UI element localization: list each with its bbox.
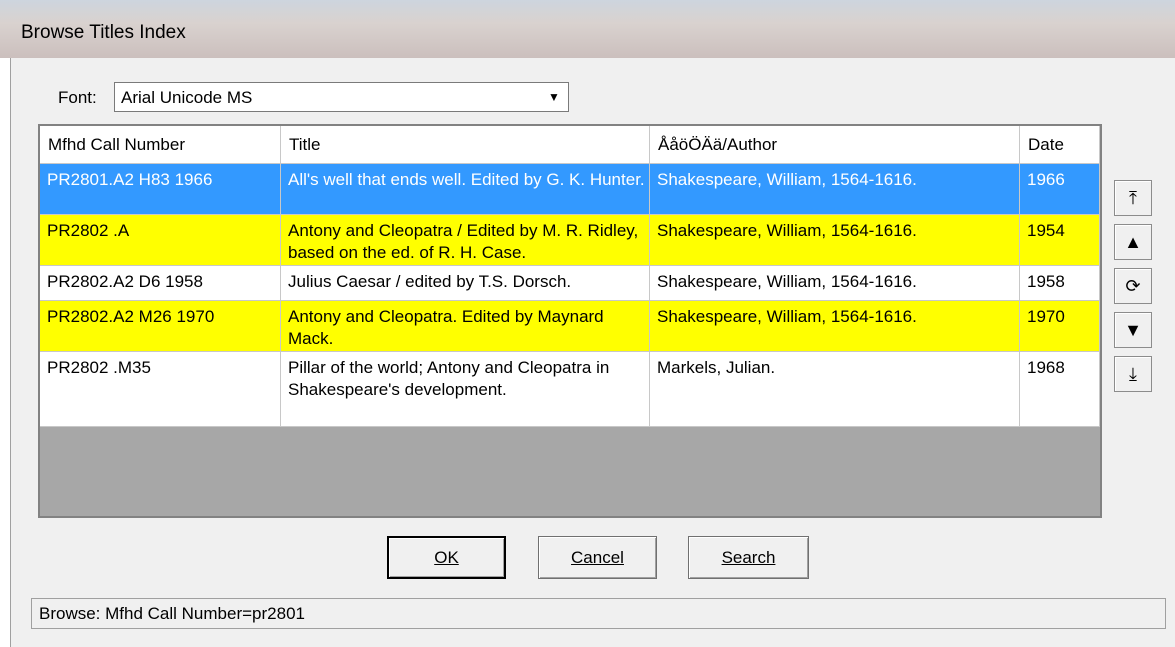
author-cell: Shakespeare, William, 1564-1616. xyxy=(650,266,1020,301)
window-title: Browse Titles Index xyxy=(21,22,186,43)
date-cell: 1966 xyxy=(1020,164,1100,215)
title-cell: Antony and Cleopatra. Edited by Maynard … xyxy=(281,301,650,352)
previous-record-icon: ▲ xyxy=(1124,231,1142,252)
call-number-cell: PR2802.A2 M26 1970 xyxy=(40,301,281,352)
date-cell: 1954 xyxy=(1020,215,1100,266)
search-button-label: Search xyxy=(721,547,776,567)
table-row[interactable]: PR2802 .M35 Pillar of the world; Antony a… xyxy=(40,352,1100,427)
ok-button[interactable]: OK xyxy=(387,536,506,579)
font-label: Font: xyxy=(58,88,97,107)
call-number-cell: PR2801.A2 H83 1966 xyxy=(40,164,281,215)
last-record-icon: ⤓ xyxy=(1129,363,1137,384)
title-cell: All's well that ends well. Edited by G. … xyxy=(281,164,650,215)
column-header-title[interactable]: Title xyxy=(281,126,650,164)
title-cell: Antony and Cleopatra / Edited by M. R. R… xyxy=(281,215,650,266)
search-button[interactable]: Search xyxy=(688,536,809,579)
call-number-cell: PR2802.A2 D6 1958 xyxy=(40,266,281,301)
date-cell: 1970 xyxy=(1020,301,1100,352)
date-cell: 1968 xyxy=(1020,352,1100,427)
date-cell: 1958 xyxy=(1020,266,1100,301)
title-cell: Pillar of the world; Antony and Cleopatr… xyxy=(281,352,650,427)
previous-record-button[interactable]: ▲ xyxy=(1114,224,1152,260)
title-bar: Browse Titles Index xyxy=(0,0,1175,58)
author-cell: Shakespeare, William, 1564-1616. xyxy=(650,164,1020,215)
title-cell: Julius Caesar / edited by T.S. Dorsch. xyxy=(281,266,650,301)
author-cell: Shakespeare, William, 1564-1616. xyxy=(650,215,1020,266)
first-record-icon: ⤒ xyxy=(1129,187,1137,208)
table-row[interactable]: PR2802 .A Antony and Cleopatra / Edited b… xyxy=(40,215,1100,266)
table-row[interactable]: PR2801.A2 H83 1966 All's well that ends w… xyxy=(40,164,1100,215)
author-cell: Shakespeare, William, 1564-1616. xyxy=(650,301,1020,352)
next-record-icon: ▼ xyxy=(1124,319,1142,340)
refresh-icon: ⟳ xyxy=(1125,275,1141,296)
chevron-down-icon[interactable]: ▼ xyxy=(542,85,566,109)
table-row[interactable]: PR2802.A2 M26 1970 Antony and Cleopatra. … xyxy=(40,301,1100,352)
status-bar: Browse: Mfhd Call Number=pr2801 xyxy=(31,598,1166,629)
font-select[interactable]: Arial Unicode MS ▼ xyxy=(114,82,569,112)
column-header-author[interactable]: ÅåöÖÄä/Author xyxy=(650,126,1020,164)
results-grid[interactable]: Mfhd Call Number Title ÅåöÖÄä/Author Dat… xyxy=(38,124,1102,518)
call-number-cell: PR2802 .A xyxy=(40,215,281,266)
call-number-cell: PR2802 .M35 xyxy=(40,352,281,427)
cancel-button[interactable]: Cancel xyxy=(538,536,657,579)
first-record-button[interactable]: ⤒ xyxy=(1114,180,1152,216)
cancel-button-label: Cancel xyxy=(571,547,624,567)
last-record-button[interactable]: ⤓ xyxy=(1114,356,1152,392)
column-header-date[interactable]: Date xyxy=(1020,126,1100,164)
ok-button-label: OK xyxy=(434,547,459,567)
table-row[interactable]: PR2802.A2 D6 1958 Julius Caesar / edited … xyxy=(40,266,1100,301)
next-record-button[interactable]: ▼ xyxy=(1114,312,1152,348)
font-select-value: Arial Unicode MS xyxy=(121,88,253,107)
author-cell: Markels, Julian. xyxy=(650,352,1020,427)
refresh-button[interactable]: ⟳ xyxy=(1114,268,1152,304)
column-header-call-number[interactable]: Mfhd Call Number xyxy=(40,126,281,164)
status-text: Browse: Mfhd Call Number=pr2801 xyxy=(39,604,305,623)
